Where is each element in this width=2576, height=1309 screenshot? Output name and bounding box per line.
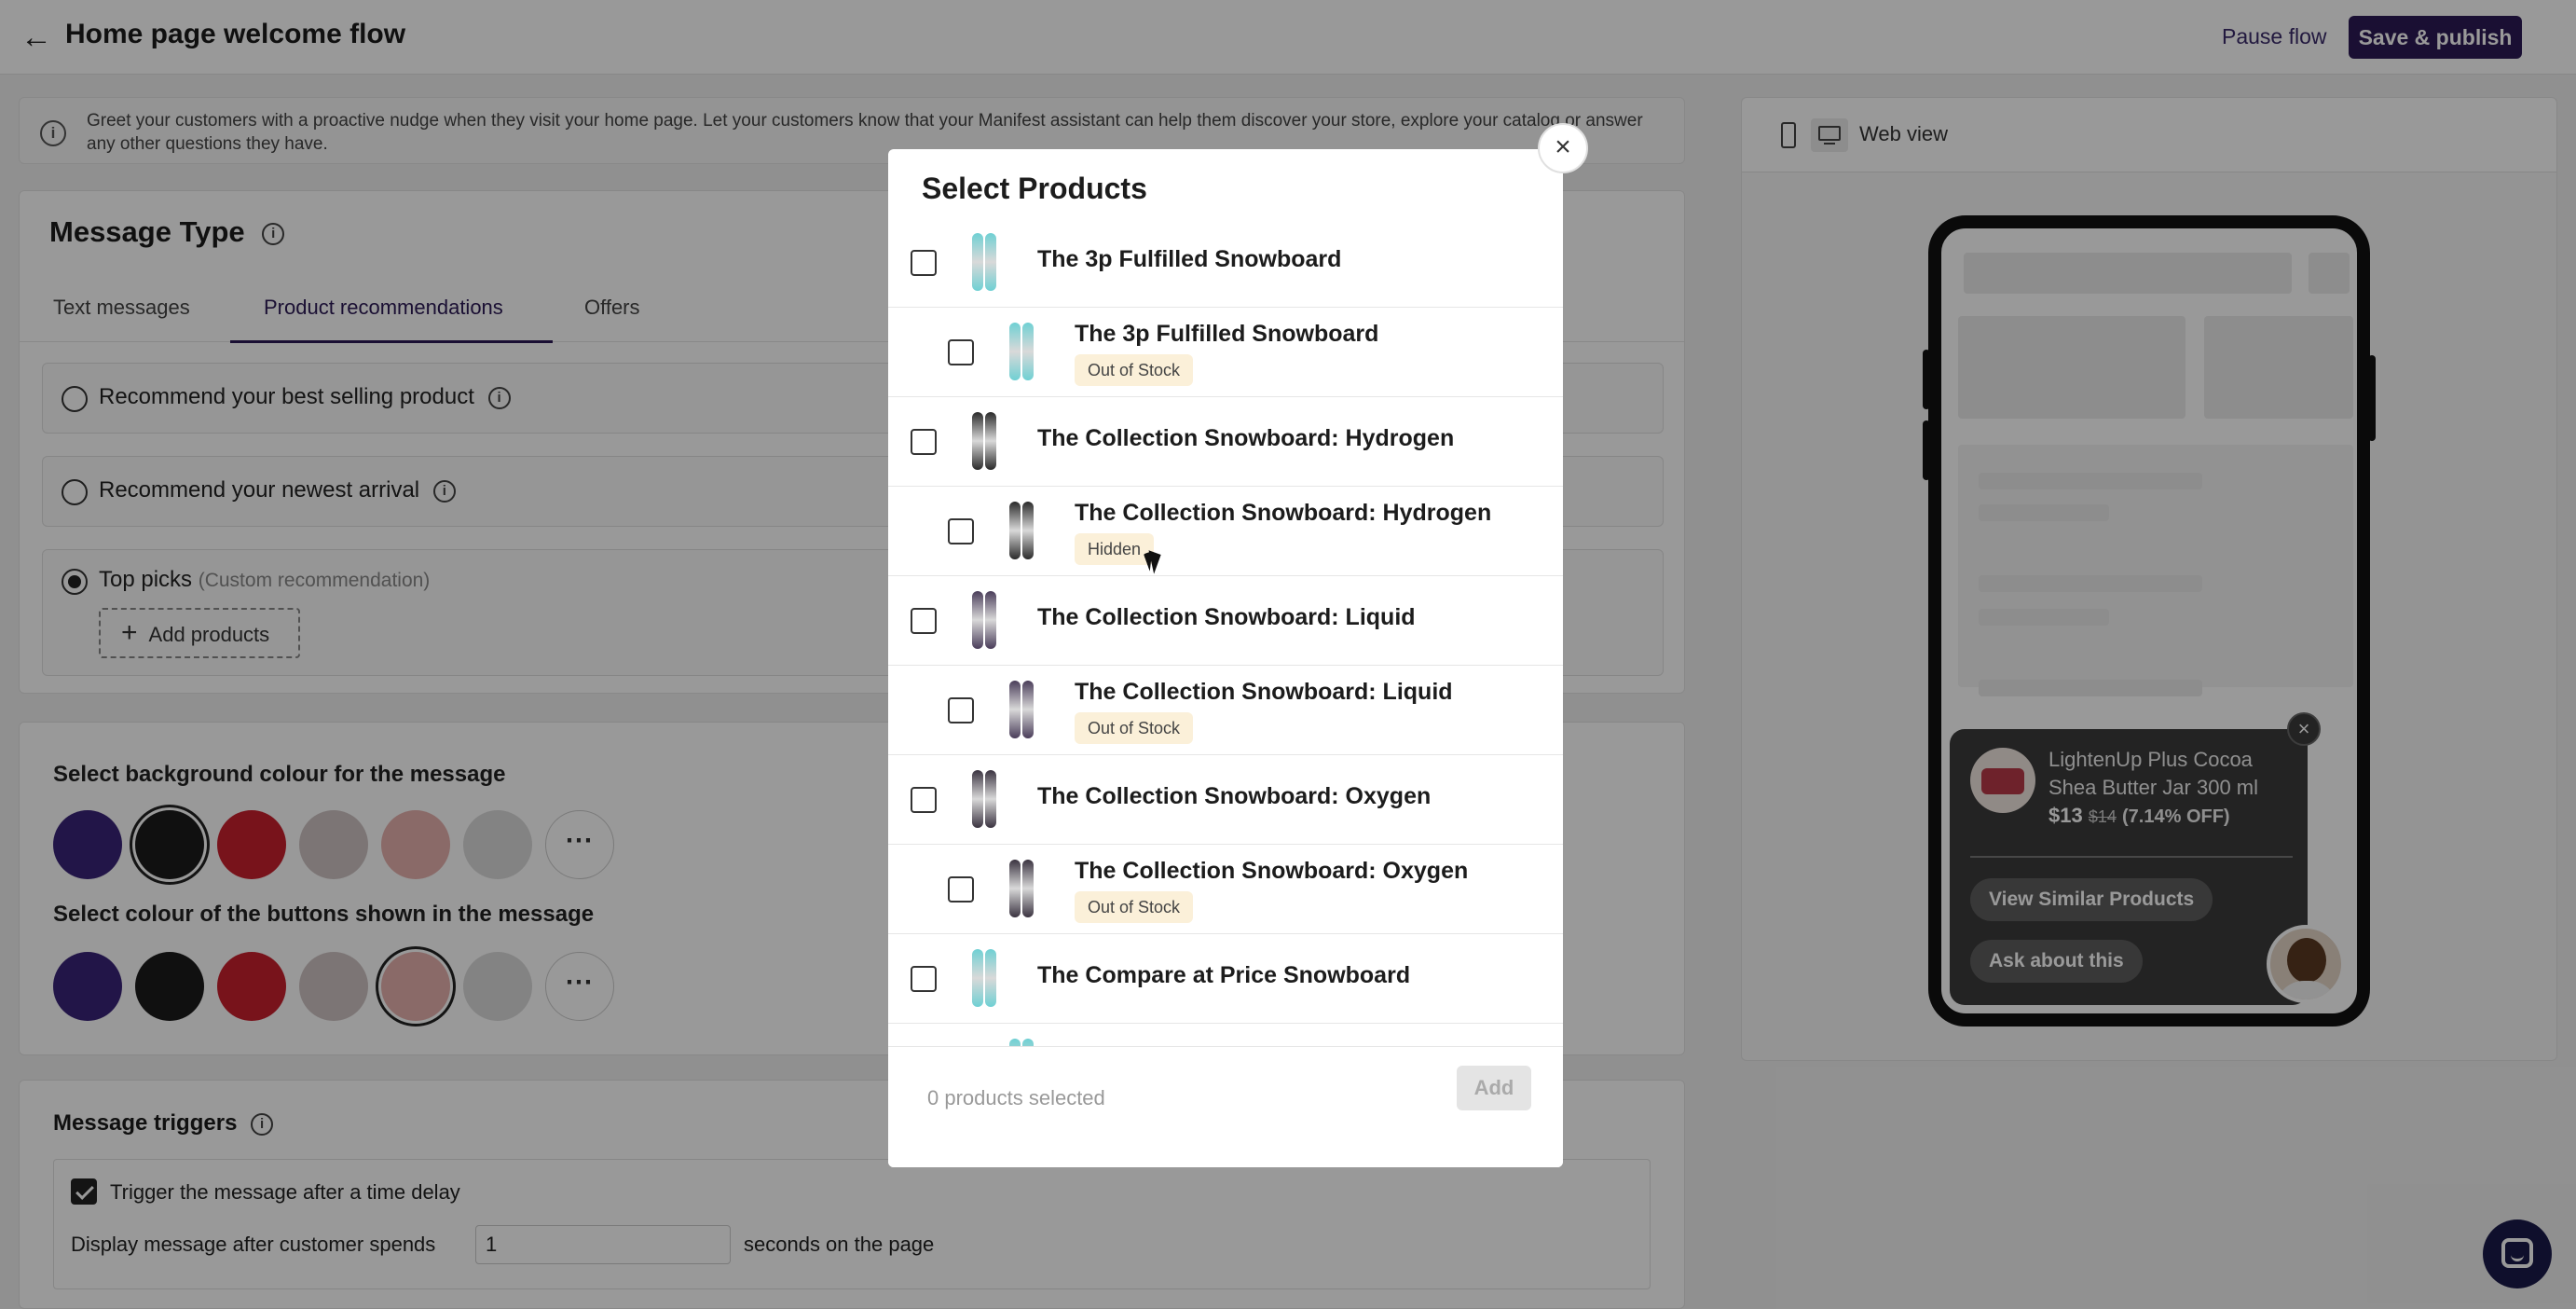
add-button[interactable]: Add — [1457, 1066, 1531, 1110]
product-checkbox[interactable] — [911, 966, 937, 992]
product-row[interactable]: The 3p Fulfilled Snowboard — [888, 218, 1563, 308]
product-list[interactable]: The 3p Fulfilled Snowboard The 3p Fulfill… — [888, 218, 1563, 1046]
variant-row[interactable]: The Collection Snowboard: Liquid Out of S… — [888, 666, 1563, 755]
product-checkbox[interactable] — [948, 697, 974, 723]
product-checkbox[interactable] — [948, 876, 974, 903]
close-icon[interactable]: × — [1538, 123, 1588, 173]
product-name: The Collection Snowboard: Oxygen — [1075, 858, 1469, 884]
product-checkbox[interactable] — [948, 339, 974, 365]
modal-title: Select Products — [922, 172, 1147, 205]
product-checkbox[interactable] — [911, 608, 937, 634]
select-products-modal: Select Products The 3p Fulfilled Snowboa… — [888, 149, 1563, 1167]
product-name: The Collection Snowboard: Oxygen — [1037, 783, 1432, 809]
snowboard-thumbnail — [966, 591, 1004, 649]
selected-count: 0 products selected — [927, 1086, 1105, 1109]
product-row[interactable]: The Compare at Price Snowboard — [888, 934, 1563, 1024]
variant-row[interactable]: The Collection Snowboard: Oxygen Out of S… — [888, 845, 1563, 934]
snowboard-thumbnail — [966, 233, 1004, 291]
snowboard-thumbnail — [1004, 681, 1041, 738]
mouse-cursor-icon — [1143, 550, 1159, 572]
variant-row[interactable]: The Compare at Price Snowboard — [888, 1024, 1563, 1046]
snowboard-thumbnail — [1004, 1039, 1041, 1046]
product-name: The Collection Snowboard: Liquid — [1037, 604, 1416, 630]
status-badge: Out of Stock — [1075, 354, 1194, 386]
product-row[interactable]: The Collection Snowboard: Oxygen — [888, 755, 1563, 845]
product-name: The Collection Snowboard: Hydrogen — [1037, 425, 1455, 451]
product-name: The Collection Snowboard: Hydrogen — [1075, 500, 1492, 526]
snowboard-thumbnail — [966, 949, 1004, 1007]
snowboard-thumbnail — [1004, 860, 1041, 917]
product-checkbox[interactable] — [948, 518, 974, 544]
status-badge: Out of Stock — [1075, 891, 1194, 923]
product-name: The 3p Fulfilled Snowboard — [1075, 321, 1379, 347]
modal-footer: 0 products selected Add — [888, 1046, 1563, 1167]
snowboard-thumbnail — [966, 770, 1004, 828]
product-checkbox[interactable] — [911, 429, 937, 455]
status-badge: Hidden — [1075, 533, 1155, 565]
product-name: The Collection Snowboard: Liquid — [1075, 679, 1453, 705]
product-row[interactable]: The Collection Snowboard: Liquid — [888, 576, 1563, 666]
snowboard-thumbnail — [1004, 323, 1041, 380]
status-badge: Out of Stock — [1075, 712, 1194, 744]
product-checkbox[interactable] — [911, 787, 937, 813]
snowboard-thumbnail — [1004, 502, 1041, 559]
product-name: The Compare at Price Snowboard — [1037, 962, 1411, 988]
variant-row[interactable]: The Collection Snowboard: Hydrogen Hidden — [888, 487, 1563, 576]
product-name: The 3p Fulfilled Snowboard — [1037, 246, 1342, 272]
product-row[interactable]: The Collection Snowboard: Hydrogen — [888, 397, 1563, 487]
product-checkbox[interactable] — [911, 250, 937, 276]
snowboard-thumbnail — [966, 412, 1004, 470]
variant-row[interactable]: The 3p Fulfilled Snowboard Out of Stock — [888, 308, 1563, 397]
